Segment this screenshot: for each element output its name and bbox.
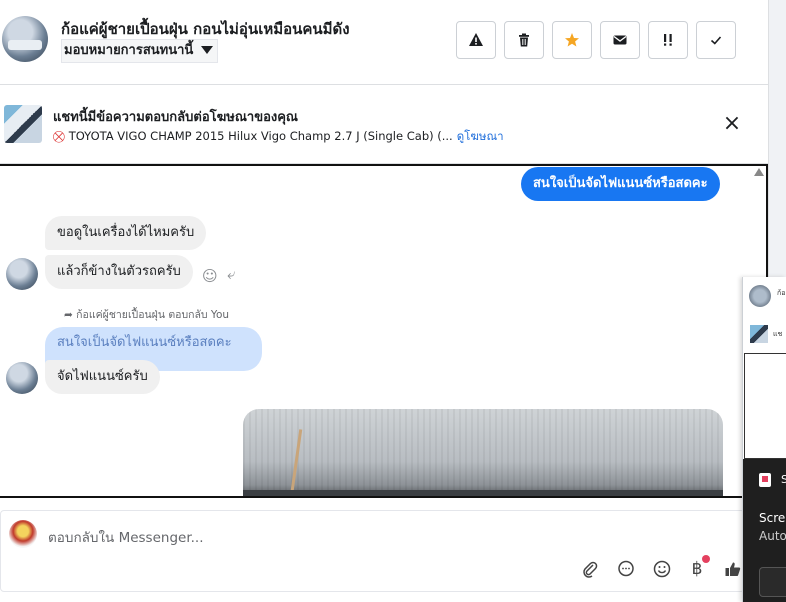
mini-ad-thumbnail <box>750 325 768 343</box>
page-avatar <box>9 520 37 548</box>
paperclip-icon[interactable] <box>579 558 601 580</box>
star-icon <box>565 33 579 47</box>
ad-name: TOYOTA VIGO CHAMP 2015 Hilux Vigo Champ … <box>68 129 453 143</box>
popup-button[interactable] <box>759 567 786 597</box>
messenger-inbox: ก้อแค่ผู้ชายเปื้อนฝุ่น กอนไม่อุ่นเหมือนค… <box>0 0 786 602</box>
app-icon <box>759 473 771 487</box>
baht-icon[interactable]: ฿ <box>686 555 710 580</box>
double-exclamation-icon <box>664 34 672 46</box>
close-icon[interactable]: × <box>722 113 742 135</box>
speech-bubble-icon[interactable] <box>615 558 637 580</box>
star-button[interactable] <box>552 21 592 59</box>
mini-chat-panel[interactable]: ก้อ แช S Scre Auto <box>742 277 786 602</box>
conversation-header: ก้อแค่ผู้ชายเปื้อนฝุ่น กอนไม่อุ่นเหมือนค… <box>0 0 768 85</box>
spam-button[interactable] <box>648 21 688 59</box>
contact-name[interactable]: ก้อแค่ผู้ชายเปื้อนฝุ่น กอนไม่อุ่นเหมือนค… <box>61 17 350 41</box>
mark-unread-button[interactable] <box>600 21 640 59</box>
reply-composer[interactable]: ตอบกลับใน Messenger... ฿ <box>0 510 745 592</box>
mark-done-button[interactable] <box>696 21 736 59</box>
message-thread[interactable]: สนใจเป็นจัดไฟแนนซ์หรือสดคะ ขอดูในเครื่อง… <box>0 164 768 498</box>
reply-note-text: ก้อแค่ผู้ชายเปื้อนฝุ่น ตอบกลับ You <box>76 309 230 321</box>
incoming-message[interactable]: ขอดูในเครื่องได้ไหมครับ <box>45 216 207 250</box>
envelope-icon <box>613 35 627 45</box>
thumbs-up-icon[interactable] <box>722 558 744 580</box>
popup-title: S <box>781 473 786 486</box>
mini-chat-avatar[interactable] <box>749 285 771 307</box>
photo-attachment[interactable] <box>243 409 723 496</box>
mini-chat-snippet: ก้อ <box>777 289 786 297</box>
delete-button[interactable] <box>504 21 544 59</box>
warning-icon <box>469 33 483 46</box>
view-ad-link[interactable]: ดูโฆษณา <box>457 129 504 143</box>
scroll-up-arrow-icon[interactable] <box>754 168 764 176</box>
assign-conversation-dropdown[interactable]: มอบหมายการสนทนานี้ <box>61 39 219 63</box>
screen-recorder-popup[interactable]: S Scre Auto <box>743 459 786 602</box>
reply-arrow-icon: ➦ <box>64 309 73 321</box>
assign-label: มอบหมายการสนทนานี้ <box>64 43 194 58</box>
baht-symbol: ฿ <box>691 559 703 579</box>
emoji-icon[interactable] <box>651 558 673 580</box>
contact-avatar[interactable] <box>2 16 48 62</box>
outgoing-message[interactable]: สนใจเป็นจัดไฟแนนซ์หรือสดคะ <box>521 167 720 201</box>
emoji-react-icon[interactable]: ☺ <box>202 267 218 285</box>
ad-banner-subtitle: ⛒ TOYOTA VIGO CHAMP 2015 Hilux Vigo Champ… <box>53 128 504 146</box>
checkmark-icon <box>710 36 722 45</box>
incoming-message[interactable]: แล้วก็ข้างในตัวรถครับ <box>45 255 193 289</box>
reply-arrow-icon[interactable]: ⤶ <box>227 265 235 283</box>
popup-line-1: Scre <box>759 511 786 525</box>
reply-input[interactable]: ตอบกลับใน Messenger... <box>48 526 204 548</box>
notification-dot <box>702 555 710 563</box>
chevron-down-icon <box>201 46 214 54</box>
ad-banner-title: แชทนี้มีข้อความตอบกลับต่อโฆษณาของคุณ <box>53 110 298 125</box>
truck-icon: ⛒ <box>53 129 65 143</box>
mini-ad-snippet: แช <box>773 330 783 338</box>
ad-thumbnail[interactable] <box>4 105 42 143</box>
ad-reply-banner: แชทนี้มีข้อความตอบกลับต่อโฆษณาของคุณ ⛒ TO… <box>0 86 768 164</box>
popup-line-2: Auto <box>759 529 786 543</box>
report-button[interactable] <box>456 21 496 59</box>
incoming-message[interactable]: จัดไฟแนนซ์ครับ <box>45 360 160 394</box>
trash-icon <box>519 33 529 47</box>
reply-indicator: ➦ ก้อแค่ผู้ชายเปื้อนฝุ่น ตอบกลับ You <box>64 306 229 323</box>
mini-chat-body[interactable] <box>744 353 786 459</box>
contact-avatar-small[interactable] <box>6 362 38 394</box>
contact-avatar-small[interactable] <box>6 258 38 290</box>
